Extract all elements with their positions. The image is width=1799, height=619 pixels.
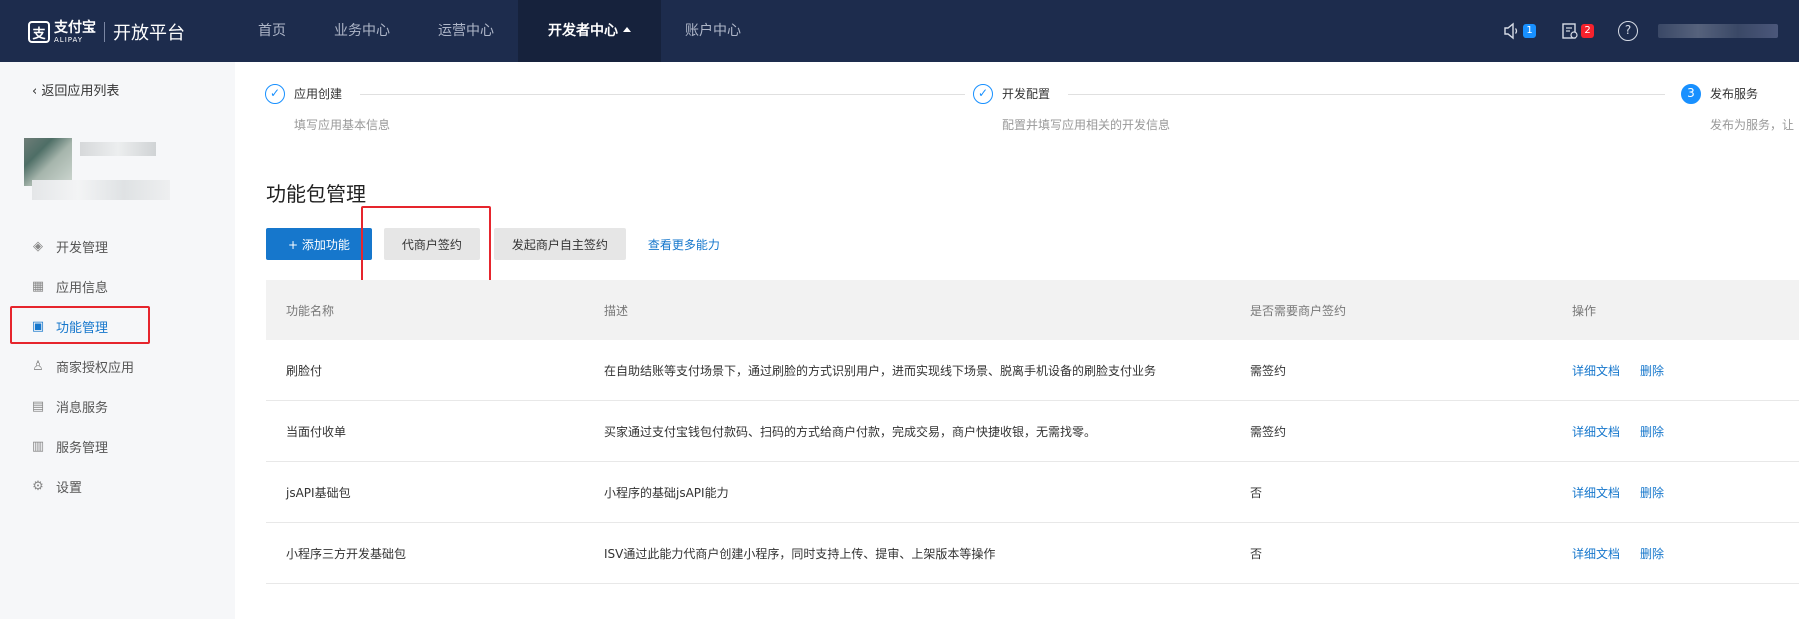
doc-link[interactable]: 详细文档: [1572, 486, 1620, 500]
app-avatar: [24, 138, 72, 186]
service-icon: ▥: [31, 438, 45, 454]
table-row: 刷脸付 在自助结账等支付场景下，通过刷脸的方式识别用户，进而实现线下场景、脱离手…: [266, 340, 1799, 401]
delete-link[interactable]: 删除: [1640, 364, 1664, 378]
step-publish: 3 发布服务 发布为服务，让: [1681, 84, 1794, 132]
layers-icon: ◈: [33, 238, 43, 254]
caret-up-icon: [623, 26, 631, 32]
delete-link[interactable]: 删除: [1640, 425, 1664, 439]
feature-desc: 买家通过支付宝钱包付款码、扫码的方式给商户付款，完成交易，商户快捷收银，无需找零…: [604, 424, 1097, 439]
step-dev-config: ✓ 开发配置 配置并填写应用相关的开发信息: [973, 84, 1170, 132]
nav-account[interactable]: 账户中心: [661, 0, 765, 62]
messages-button[interactable]: 2: [1558, 19, 1594, 43]
step-app-create: ✓ 应用创建 填写应用基本信息: [265, 84, 390, 132]
feature-desc: 小程序的基础jsAPI能力: [604, 485, 729, 500]
sidebar-item-message-service[interactable]: ▤ 消息服务: [0, 386, 235, 426]
sidebar-item-service-management[interactable]: ▥ 服务管理: [0, 426, 235, 466]
alipay-logo-icon: 支: [28, 21, 50, 43]
help-icon: ?: [1618, 21, 1638, 41]
sidebar-item-settings[interactable]: ⚙ 设置: [0, 466, 235, 506]
table-row: 小程序三方开发基础包 ISV通过此能力代商户创建小程序，同时支持上传、提审、上架…: [266, 523, 1799, 584]
user-icon: ♙: [32, 358, 44, 374]
view-more-capabilities-link[interactable]: 查看更多能力: [648, 236, 720, 253]
sign-required: 否: [1250, 485, 1263, 500]
doc-link[interactable]: 详细文档: [1572, 547, 1620, 561]
main-nav: 首页 业务中心 运营中心 开发者中心 账户中心: [234, 0, 765, 62]
table-row: jsAPI基础包 小程序的基础jsAPI能力 否 详细文档 删除: [266, 462, 1799, 523]
app-name-blurred: [80, 142, 156, 156]
platform-title: 开放平台: [113, 23, 185, 44]
user-account-blurred[interactable]: [1658, 24, 1778, 38]
sign-required: 需签约: [1250, 424, 1287, 439]
step-connector: [360, 94, 965, 95]
feature-name: jsAPI基础包: [286, 485, 351, 500]
delete-link[interactable]: 删除: [1640, 486, 1664, 500]
highlight-box-proxy-sign: [361, 206, 491, 284]
notifications-button[interactable]: 1: [1500, 19, 1536, 43]
doc-link[interactable]: 详细文档: [1572, 364, 1620, 378]
logo-cn-text: 支付宝: [54, 19, 96, 36]
speaker-icon: [1504, 22, 1518, 40]
merchant-self-sign-button[interactable]: 发起商户自主签约: [493, 228, 626, 260]
back-to-app-list-link[interactable]: ‹ 返回应用列表: [32, 80, 119, 99]
header-sign: 是否需要商户签约: [1250, 303, 1347, 318]
doc-link[interactable]: 详细文档: [1572, 425, 1620, 439]
message-badge: 2: [1581, 24, 1594, 38]
highlight-box-feature-management: [10, 306, 150, 344]
top-right-tools: 1 2 ?: [1500, 19, 1778, 43]
sidebar-item-merchant-auth[interactable]: ♙ 商家授权应用: [0, 346, 235, 386]
check-icon: ✓: [265, 84, 285, 104]
feature-desc: 在自助结账等支付场景下，通过刷脸的方式识别用户，进而实现线下场景、脱离手机设备的…: [604, 363, 1157, 378]
step-number: 3: [1681, 84, 1701, 104]
nav-developer[interactable]: 开发者中心: [518, 0, 661, 62]
header-name: 功能名称: [286, 303, 335, 318]
sign-required: 否: [1250, 546, 1263, 561]
help-button[interactable]: ?: [1616, 19, 1640, 43]
feature-name: 小程序三方开发基础包: [286, 546, 407, 561]
sidebar-item-dev-management[interactable]: ◈ 开发管理: [0, 226, 235, 266]
table-row: 当面付收单 买家通过支付宝钱包付款码、扫码的方式给商户付款，完成交易，商户快捷收…: [266, 401, 1799, 462]
nav-business[interactable]: 业务中心: [310, 0, 414, 62]
check-icon: ✓: [973, 84, 993, 104]
app-id-blurred: [32, 180, 170, 200]
header-actions: 操作: [1572, 303, 1597, 318]
sidebar-item-app-info[interactable]: ▦ 应用信息: [0, 266, 235, 306]
header-desc: 描述: [604, 303, 629, 318]
delete-link[interactable]: 删除: [1640, 547, 1664, 561]
chevron-left-icon: ‹: [32, 84, 42, 99]
add-feature-button[interactable]: + 添加功能: [266, 228, 372, 260]
feature-table: 功能名称 描述 是否需要商户签约 操作 刷脸付 在自助结账等支付场景下，通过刷脸…: [266, 280, 1799, 584]
gear-icon: ⚙: [32, 478, 44, 494]
action-bar: + 添加功能 代商户签约 发起商户自主签约 查看更多能力: [266, 228, 720, 260]
nav-operation[interactable]: 运营中心: [414, 0, 518, 62]
table-header: 功能名称 描述 是否需要商户签约 操作: [266, 280, 1799, 340]
notification-badge: 1: [1523, 24, 1536, 38]
clipboard-clock-icon: [1562, 23, 1578, 39]
feature-name: 刷脸付: [286, 363, 323, 378]
logo-divider: [104, 22, 105, 42]
grid-icon: ▦: [31, 278, 45, 294]
feature-name: 当面付收单: [286, 424, 347, 439]
sign-required: 需签约: [1250, 363, 1287, 378]
feature-desc: ISV通过此能力代商户创建小程序，同时支持上传、提审、上架版本等操作: [604, 546, 996, 561]
alipay-logo[interactable]: 支 支付宝 ALIPAY 开放平台: [28, 20, 185, 44]
page-title: 功能包管理: [266, 182, 366, 206]
top-navigation-bar: 支 支付宝 ALIPAY 开放平台 首页 业务中心 运营中心 开发者中心 账户中…: [0, 0, 1799, 62]
nav-home[interactable]: 首页: [234, 0, 310, 62]
step-connector: [1068, 94, 1665, 95]
logo-en-text: ALIPAY: [54, 35, 84, 44]
progress-steps: ✓ 应用创建 填写应用基本信息 ✓ 开发配置 配置并填写应用相关的开发信息 3 …: [265, 84, 1799, 134]
sidebar-menu: ◈ 开发管理 ▦ 应用信息 ▣ 功能管理 ♙ 商家授权应用 ▤ 消息服务 ▥ 服务管理 ⚙ 设…: [0, 226, 235, 506]
chart-icon: ▤: [31, 398, 45, 414]
